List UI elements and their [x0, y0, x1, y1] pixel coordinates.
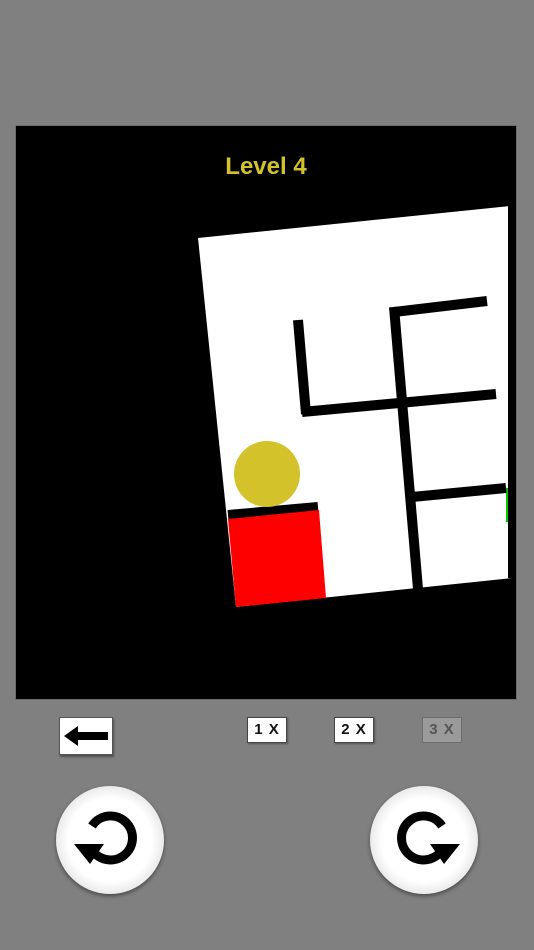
ball — [234, 441, 300, 507]
speed-2x-button[interactable]: 2 X — [334, 717, 374, 743]
rotate-right-button[interactable] — [370, 786, 478, 894]
maze-board[interactable] — [16, 126, 516, 699]
game-stage[interactable]: Level 4 — [16, 126, 516, 699]
rotate-left-button[interactable] — [56, 786, 164, 894]
rotate-clockwise-icon — [397, 811, 460, 865]
speed-3x-button[interactable]: 3 X — [422, 717, 462, 743]
speed-1x-button[interactable]: 1 X — [247, 717, 287, 743]
rotate-counterclockwise-icon — [74, 811, 137, 865]
back-button[interactable] — [59, 717, 113, 755]
red-block — [228, 510, 326, 607]
left-arrow-icon — [64, 726, 108, 746]
